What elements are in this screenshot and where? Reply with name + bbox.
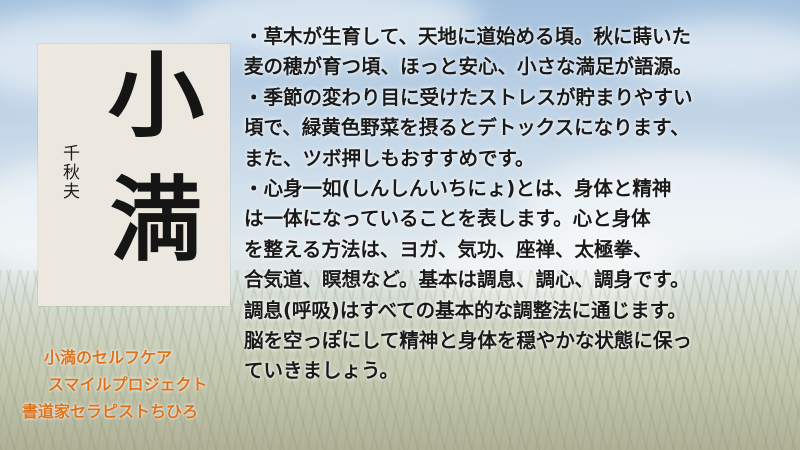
credit-title: 小満のセルフケア bbox=[44, 348, 173, 367]
body-line: 麦の穂が育つ頃、ほっと安心、小さな満足が語源。 bbox=[244, 55, 693, 79]
body-line: 合気道、瞑想など。基本は調息、調心、調身です。 bbox=[244, 268, 690, 292]
body-line: また、ツボ押しもおすすめです。 bbox=[244, 146, 535, 170]
body-line: を整える方法は、ヨガ、気功、座禅、太極拳、 bbox=[244, 237, 653, 261]
body-line: ていきましょう。 bbox=[244, 359, 399, 383]
body-line: 脳を空っぽにして精神と身体を穏やかな状態に保っ bbox=[244, 328, 692, 352]
calligraphy-signature: 千秋夫 bbox=[59, 144, 79, 201]
body-line: ・季節の変わり目に受けたストレスが貯まりやすい bbox=[244, 85, 693, 109]
body-line: 調息(呼吸)はすべての基本的な調整法に通じます。 bbox=[244, 298, 687, 322]
calligraphy-char-bottom: 満 bbox=[110, 166, 203, 274]
calligraphy-panel: 小 満 千秋夫 bbox=[38, 44, 230, 306]
credits-block: 小満のセルフケア スマイルプロジェクト 書道家セラピストちひろ bbox=[14, 344, 246, 425]
credit-project: スマイルプロジェクト bbox=[48, 375, 208, 394]
body-line: ・草木が生育して、天地に道始める頃。秋に蒔いた bbox=[244, 25, 691, 48]
body-line: は一体になっていることを表します。心と身体 bbox=[244, 207, 651, 231]
calligraphy-char-top: 小 bbox=[107, 42, 205, 150]
body-text: ・草木が生育して、天地に道始める頃。秋に蒔いた 麦の穂が育つ頃、ほっと安心、小さ… bbox=[244, 22, 800, 387]
body-line: ・心身一如(しんしんいちにょ)とは、身体と精神 bbox=[244, 176, 672, 200]
credit-author: 書道家セラピストちひろ bbox=[22, 402, 199, 421]
body-line: 頃で、緑黄色野菜を摂るとデトックスになります、 bbox=[244, 116, 690, 140]
